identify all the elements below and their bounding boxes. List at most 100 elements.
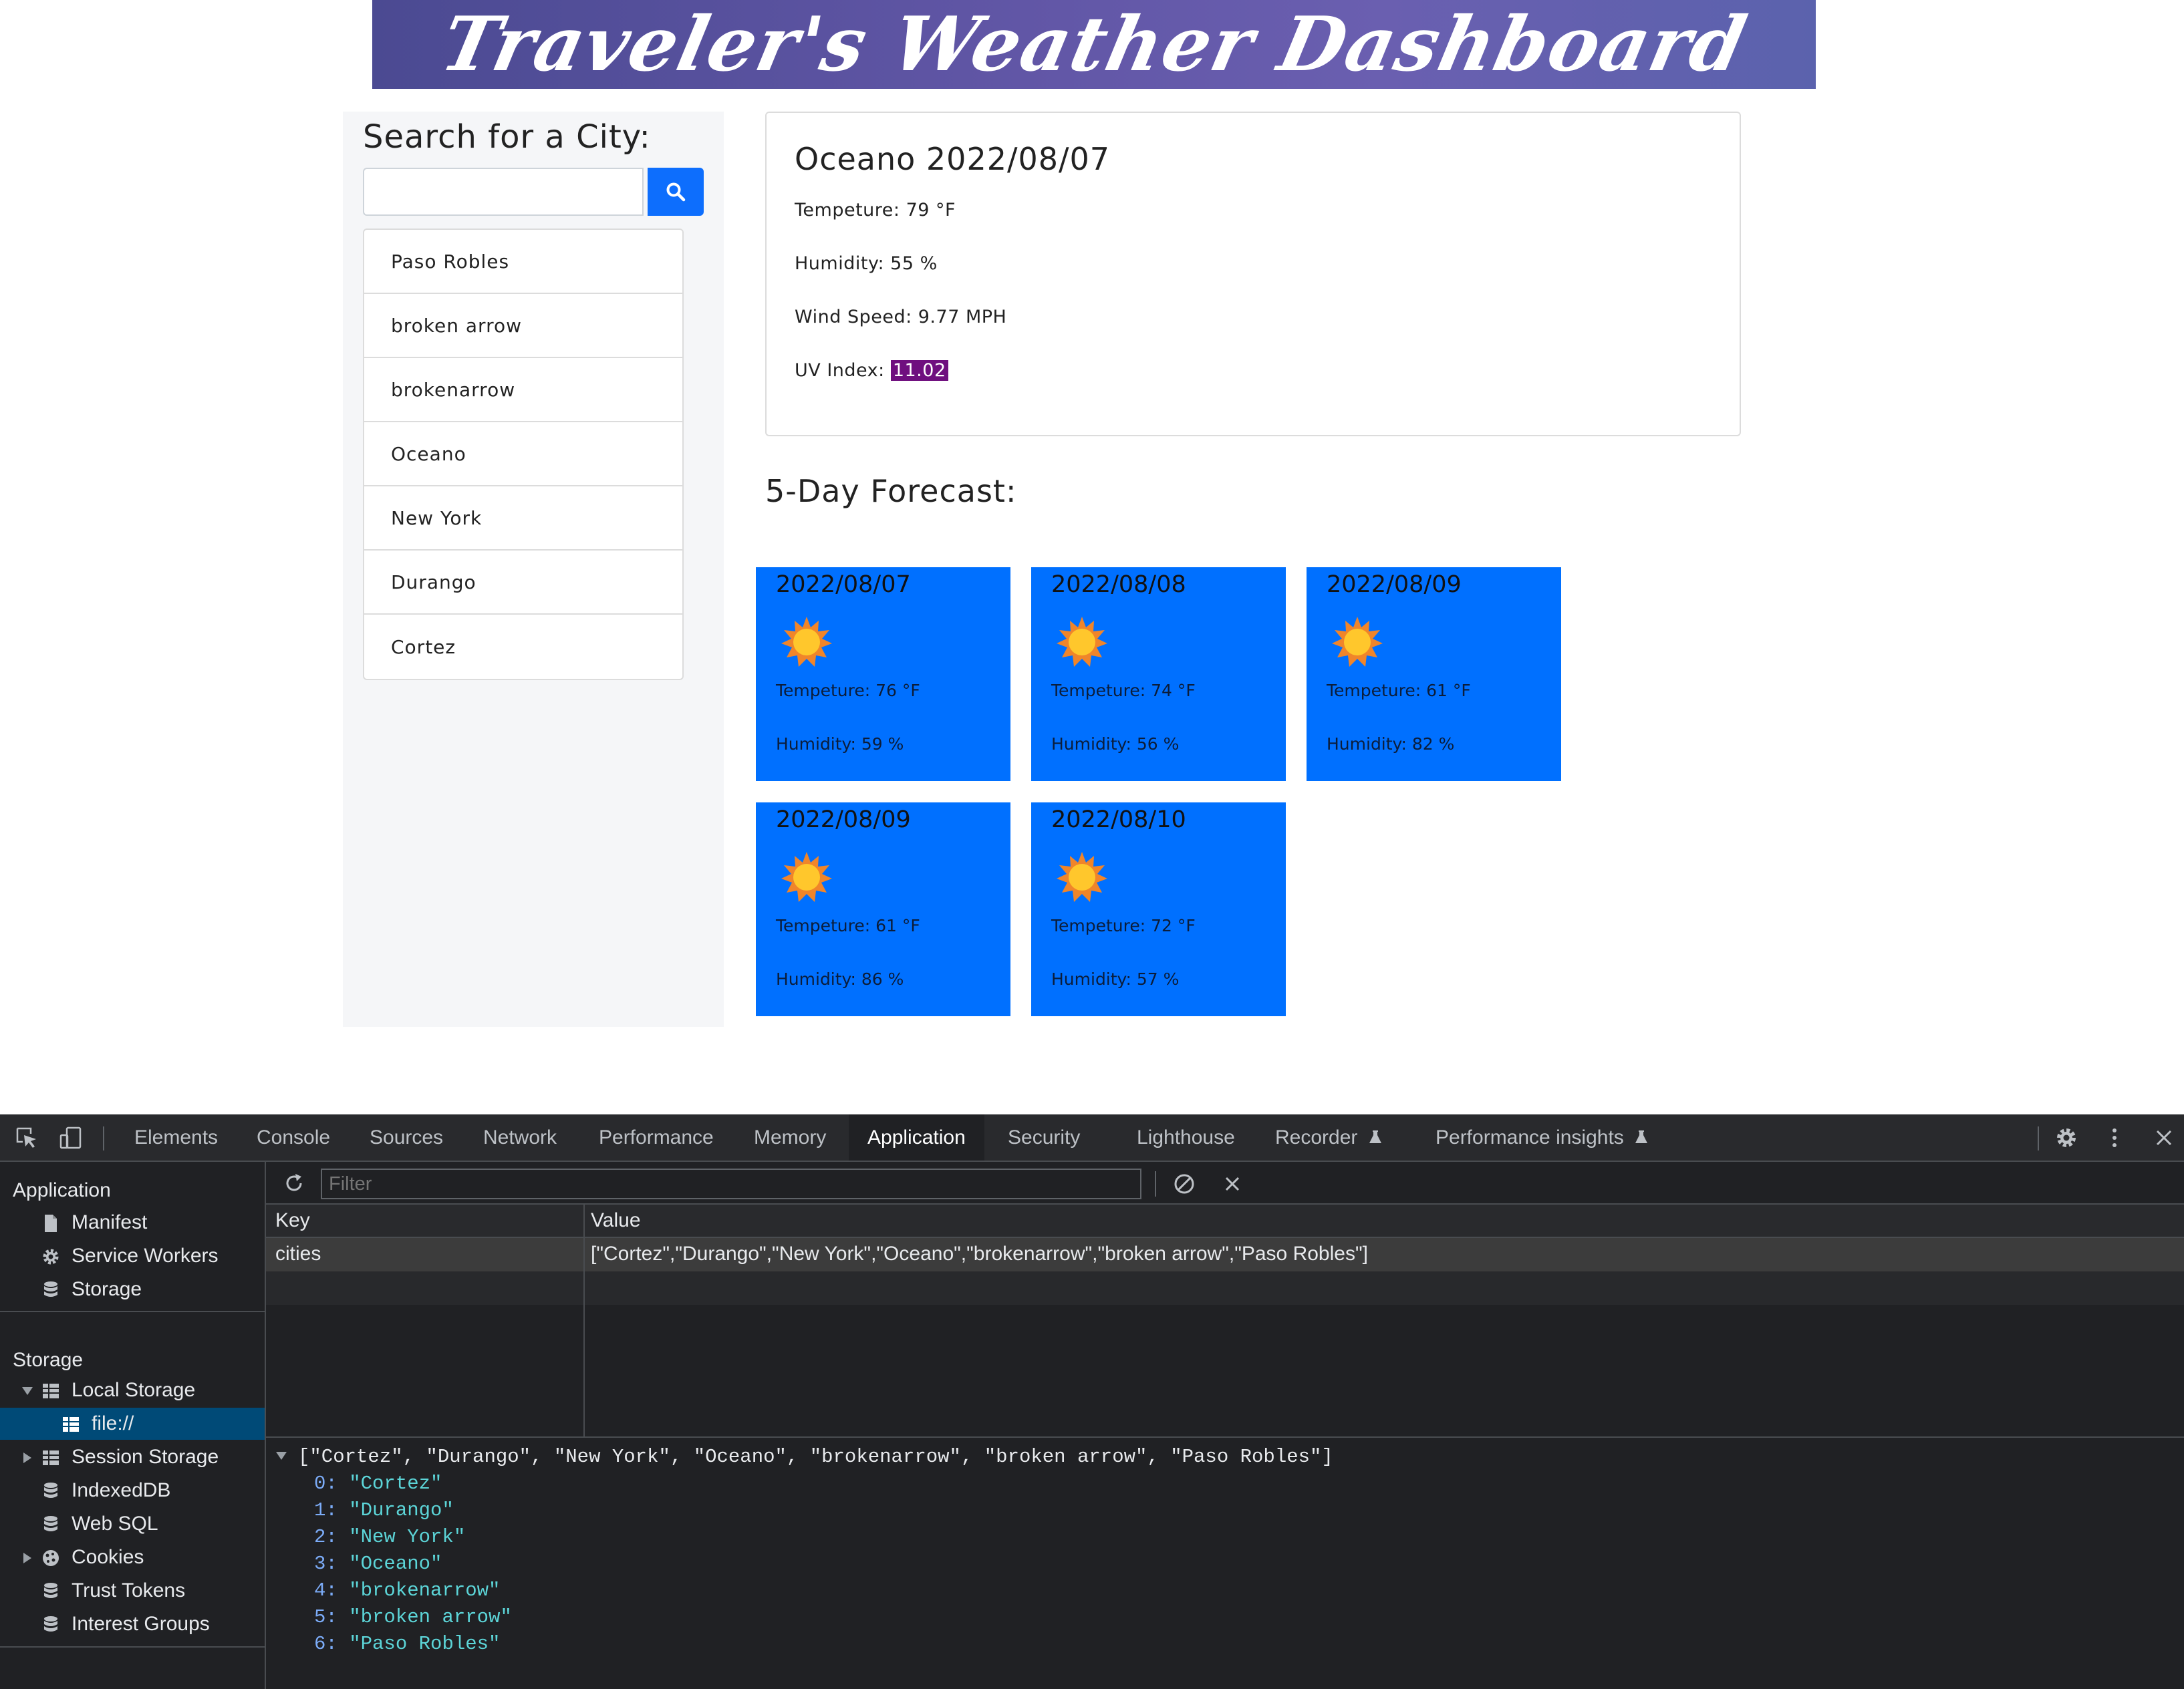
clear-all-icon[interactable] [1172,1172,1196,1196]
preview-entry: 1: "Durango" [314,1499,454,1521]
sidebar-item-trust-tokens[interactable]: Trust Tokens [0,1575,265,1607]
filter-bar [266,1162,2184,1205]
city-item[interactable]: brokenarrow [364,358,682,422]
settings-gear-icon[interactable] [2054,1126,2078,1150]
sidebar-item-session-storage[interactable]: Session Storage [0,1441,265,1473]
devtools-toolbar: Elements Console Sources Network Perform… [0,1114,2184,1162]
entry-value: "Durango" [349,1499,454,1521]
forecast-date: 2022/08/10 [1051,806,1186,833]
sidebar-item-web-sql[interactable]: Web SQL [0,1508,265,1540]
sidebar-item-local-storage-file[interactable]: file:// [0,1408,265,1440]
tab-application[interactable]: Application [849,1114,984,1161]
sidebar-item-local-storage[interactable]: Local Storage [0,1374,265,1406]
empty-table-row [266,1271,2184,1305]
sidebar-item-label: Interest Groups [72,1613,210,1635]
preview-entry: 5: "broken arrow" [314,1606,512,1628]
uv-label: UV Index: [795,360,891,381]
column-header-key[interactable]: Key [275,1205,310,1237]
tab-lighthouse[interactable]: Lighthouse [1137,1114,1235,1161]
filter-divider [1155,1171,1156,1197]
forecast-date: 2022/08/07 [776,571,911,598]
entry-index: 1: [314,1499,337,1521]
gear-icon [43,1249,59,1265]
forecast-humidity: Humidity: 56 % [1051,734,1180,754]
preview-entry: 4: "brokenarrow" [314,1579,500,1601]
entry-value: "broken arrow" [349,1606,512,1628]
sun-icon [1057,852,1107,902]
forecast-card: 2022/08/08 Tempeture: 74 °F Humidity: 56… [1031,567,1286,781]
storage-section-header: Storage [13,1349,84,1371]
tab-recorder[interactable]: Recorder [1275,1114,1383,1161]
tab-security[interactable]: Security [1008,1114,1080,1161]
column-header-value[interactable]: Value [591,1205,641,1237]
sidebar-item-manifest[interactable]: Manifest [0,1207,265,1239]
forecast-temperature: Tempeture: 72 °F [1051,916,1196,935]
preview-entry: 0: "Cortez" [314,1473,442,1495]
row-value: ["Cortez","Durango","New York","Oceano",… [591,1243,1368,1265]
entry-index: 4: [314,1579,337,1601]
column-divider [583,1205,585,1436]
delete-selected-icon[interactable] [1220,1172,1244,1196]
tab-network[interactable]: Network [483,1114,557,1161]
tab-console[interactable]: Console [257,1114,330,1161]
search-sidebar: Search for a City: Paso Robles broken ar… [343,112,724,1027]
table-row[interactable]: cities ["Cortez","Durango","New York","O… [266,1238,2184,1271]
sidebar-item-indexeddb[interactable]: IndexedDB [0,1475,265,1507]
sidebar-item-cookies[interactable]: Cookies [0,1541,265,1573]
cookie-icon [43,1550,59,1566]
sidebar-item-interest-groups[interactable]: Interest Groups [0,1608,265,1640]
sidebar-item-storage[interactable]: Storage [0,1273,265,1306]
entry-value: "New York" [349,1526,466,1548]
preview-entry: 6: "Paso Robles" [314,1633,500,1655]
database-icon [44,1516,57,1531]
sidebar-divider [0,1646,265,1648]
sun-icon [1332,617,1383,667]
sidebar-item-label: Session Storage [72,1446,219,1468]
current-temperature: Tempeture: 79 °F [795,200,956,220]
forecast-humidity: Humidity: 86 % [776,969,904,989]
sidebar-divider [0,1311,265,1312]
tab-performance[interactable]: Performance [599,1114,714,1161]
tab-memory[interactable]: Memory [754,1114,826,1161]
forecast-card: 2022/08/09 Tempeture: 61 °F Humidity: 82… [1307,567,1561,781]
tab-sources[interactable]: Sources [370,1114,443,1161]
tab-elements[interactable]: Elements [134,1114,218,1161]
forecast-date: 2022/08/09 [1327,571,1462,598]
expanded-triangle-icon[interactable] [275,1451,287,1461]
city-item[interactable]: broken arrow [364,294,682,358]
city-item[interactable]: Oceano [364,422,682,486]
forecast-date: 2022/08/09 [776,806,911,833]
current-wind-speed: Wind Speed: 9.77 MPH [795,307,1007,327]
entry-value: "Cortez" [349,1473,442,1495]
search-icon [666,182,686,202]
preview-summary: ["Cortez", "Durango", "New York", "Ocean… [298,1446,1333,1468]
city-search-input[interactable] [363,168,644,216]
sidebar-item-label: Service Workers [72,1245,219,1267]
table-grid-icon [43,1450,59,1465]
current-city-date: Oceano 2022/08/07 [795,141,1111,177]
city-item[interactable]: New York [364,486,682,551]
document-icon [45,1215,57,1232]
device-toolbar-icon[interactable] [59,1126,83,1150]
city-item[interactable]: Cortez [364,615,682,679]
more-options-icon[interactable] [2102,1126,2127,1150]
entry-value: "brokenarrow" [349,1579,501,1601]
application-section-header: Application [13,1179,111,1201]
refresh-icon[interactable] [282,1171,306,1195]
search-title: Search for a City: [363,118,651,156]
inspect-element-icon[interactable] [15,1126,39,1150]
sidebar-item-label: IndexedDB [72,1479,171,1501]
expanded-triangle-icon [22,1387,33,1395]
close-icon[interactable] [2152,1126,2176,1150]
city-item[interactable]: Durango [364,551,682,615]
filter-input[interactable] [321,1169,1141,1199]
sidebar-item-service-workers[interactable]: Service Workers [0,1240,265,1272]
tab-performance-insights[interactable]: Performance insights [1436,1114,1649,1161]
city-item[interactable]: Paso Robles [364,230,682,294]
flask-icon [1369,1130,1381,1143]
storage-viewer: Key Value cities ["Cortez","Durango","Ne… [266,1162,2184,1689]
forecast-date: 2022/08/08 [1051,571,1186,598]
sun-icon [1057,617,1107,667]
tab-performance-insights-label: Performance insights [1436,1126,1624,1148]
search-button[interactable] [648,168,704,216]
